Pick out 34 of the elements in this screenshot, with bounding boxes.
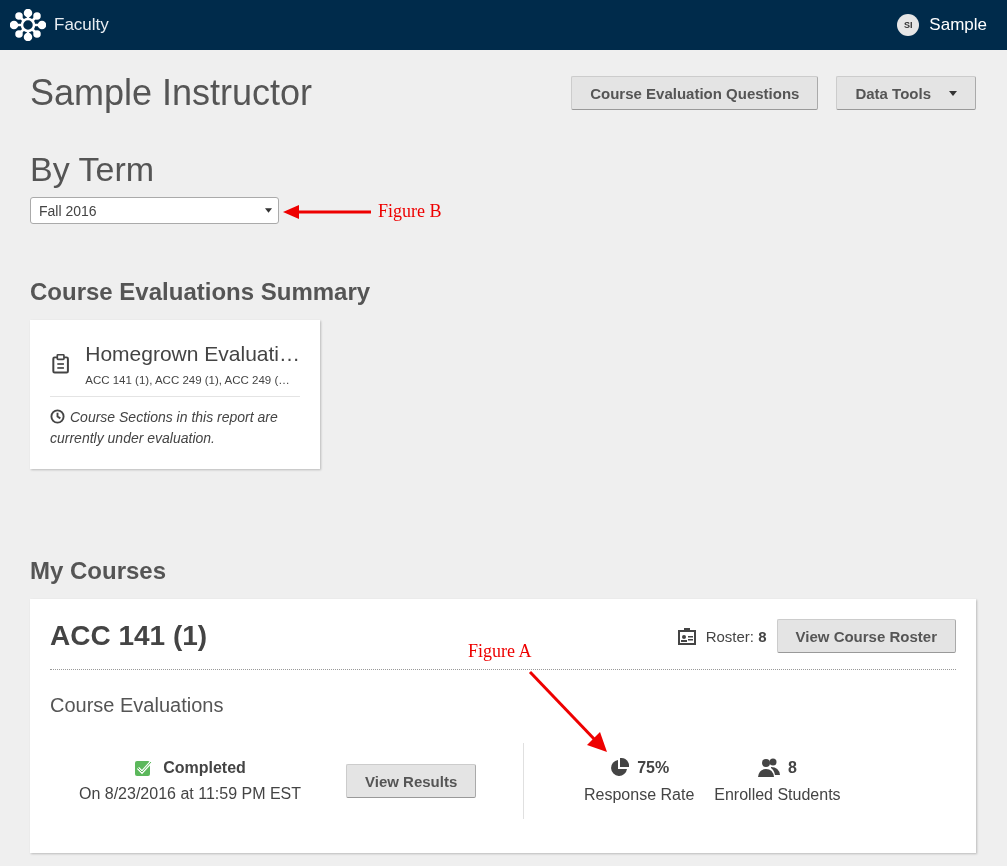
stat-value: 75% — [637, 759, 670, 777]
evaluation-title: Homegrown Evaluati… — [85, 342, 300, 366]
user-avatar[interactable]: SI — [897, 14, 920, 36]
section-heading: My Courses — [30, 557, 168, 585]
section-heading: Course Evaluations Summary — [30, 278, 372, 306]
view-results-button[interactable]: View Results — [346, 764, 477, 798]
term-select[interactable]: Fall 2016 — [30, 197, 279, 224]
section-title: Course Evaluations — [50, 694, 225, 717]
clock-icon — [50, 409, 65, 424]
completion-date: On 8/23/2016 at 11:59 PM EST — [78, 785, 302, 803]
summary-card[interactable]: Homegrown Evaluati… ACC 141 (1), ACC 249 (1), ACC 249 (… Course Sections in this report are currently under evaluation. — [30, 320, 320, 469]
roster-count: Roster: 8 — [705, 627, 767, 645]
id-card-icon — [677, 627, 696, 645]
stat-value: 8 — [788, 759, 797, 777]
course-code: ACC 141 (1) — [50, 620, 208, 652]
view-roster-button[interactable]: View Course Roster — [776, 619, 956, 653]
section-heading: By Term — [30, 150, 156, 189]
toolbar-button[interactable]: Course Evaluation Questions — [571, 76, 819, 110]
annotation-label: Figure B — [378, 201, 442, 222]
users-icon — [758, 758, 780, 778]
caret-icon — [265, 208, 272, 213]
page-title: Sample Instructor — [30, 72, 313, 114]
annotation-label: Figure A — [468, 641, 532, 662]
app-name[interactable]: Faculty — [54, 15, 109, 35]
network-logo-icon — [10, 9, 46, 41]
stat-label: Response Rate — [584, 786, 695, 804]
status-note: Course Sections in this report are currently under evaluation. — [50, 408, 279, 448]
dropdown-button[interactable]: Data Tools — [836, 76, 976, 110]
pie-chart-icon — [609, 758, 630, 778]
stat-label: Enrolled Students — [714, 786, 841, 804]
user-name[interactable]: Sample — [929, 15, 987, 35]
status-label: Completed — [163, 759, 246, 777]
course-list: ACC 141 (1), ACC 249 (1), ACC 249 (… — [85, 374, 300, 386]
caret-icon — [949, 90, 957, 96]
